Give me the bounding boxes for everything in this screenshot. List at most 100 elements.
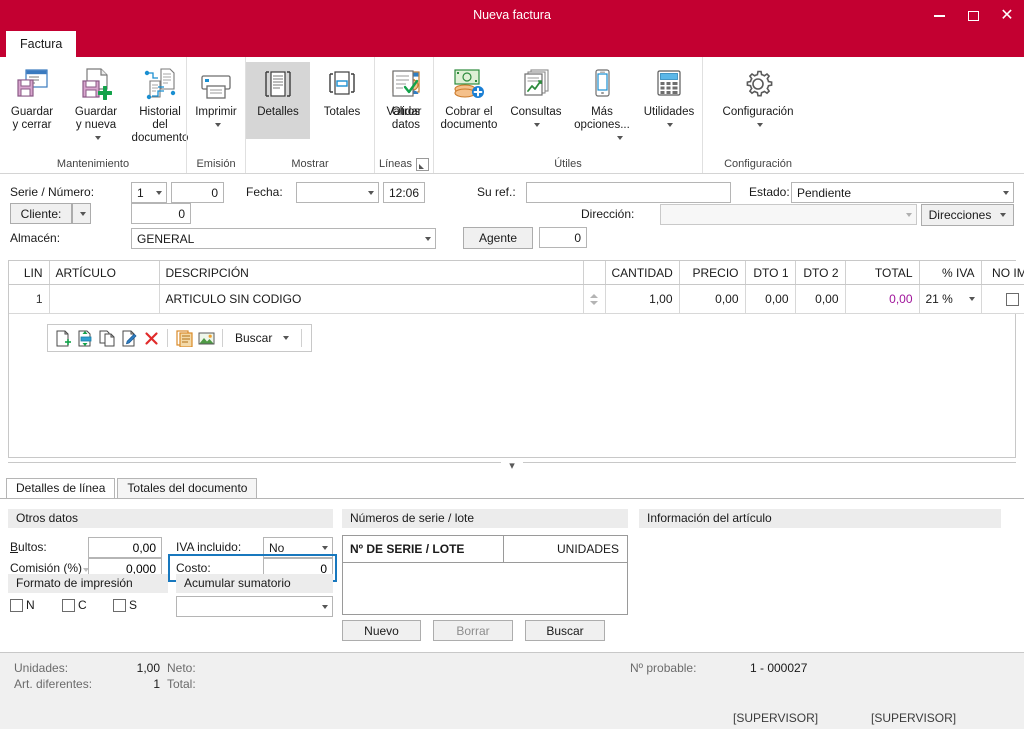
ribbon-button-consultas-label: Consultas	[510, 106, 562, 118]
column-header-total[interactable]: TOTAL	[845, 261, 920, 285]
tab-detalles-de-linea-label: Detalles de línea	[16, 481, 106, 495]
costo-label: Costo:	[176, 561, 211, 575]
image-icon[interactable]	[195, 326, 217, 350]
cell-descripcion[interactable]: ARTICULO SIN CODIGO	[159, 284, 584, 314]
cell-precio[interactable]: 0,00	[679, 284, 746, 314]
direcciones-button[interactable]: Direcciones	[921, 204, 1014, 226]
table-row[interactable]: 1 ARTICULO SIN CODIGO 1,00 0,00 0,00 0,0…	[9, 284, 1024, 314]
serie-buscar-button[interactable]: Buscar	[525, 620, 605, 641]
column-header-numero-serie-lote[interactable]: Nº DE SERIE / LOTE	[343, 536, 504, 562]
tab-totales-del-documento[interactable]: Totales del documento	[117, 478, 258, 498]
cell-no-imp[interactable]	[981, 284, 1024, 314]
tab-detalles-de-linea[interactable]: Detalles de línea	[6, 478, 116, 498]
formato-s-checkbox-box[interactable]	[113, 598, 126, 612]
cliente-dropdown-button[interactable]	[72, 203, 91, 224]
ribbon-button-configuracion[interactable]: Configuración	[706, 62, 810, 131]
chevron-down-icon[interactable]	[664, 119, 674, 130]
informacion-articulo-body	[639, 528, 1001, 648]
cell-dto1[interactable]: 0,00	[745, 284, 796, 314]
hora-input[interactable]	[383, 182, 425, 203]
cell-articulo[interactable]	[49, 284, 160, 314]
direccion-combo[interactable]	[660, 204, 917, 225]
ribbon-button-utilidades[interactable]: Utilidades	[636, 62, 702, 131]
lower-tab-strip: Detalles de línea Totales del documento	[6, 478, 1024, 498]
column-header-precio[interactable]: PRECIO	[679, 261, 746, 285]
new-line-icon[interactable]	[52, 326, 74, 350]
cell-cantidad[interactable]: 1,00	[605, 284, 680, 314]
formato-n-checkbox-box[interactable]	[10, 598, 23, 612]
cell-spinner[interactable]	[583, 284, 606, 314]
serie-nuevo-button[interactable]: Nuevo	[342, 620, 421, 641]
ribbon-button-validar[interactable]: Validar	[372, 62, 436, 120]
ribbon-button-cobrar-documento[interactable]: Cobrar el documento	[434, 62, 504, 133]
formato-checkbox-c[interactable]: C	[62, 598, 87, 612]
chevron-down-icon[interactable]	[963, 297, 979, 301]
lines-grid: LIN ARTÍCULO DESCRIPCIÓN CANTIDAD PRECIO…	[8, 260, 1024, 458]
numero-input[interactable]	[171, 182, 224, 203]
collapse-grid-bar[interactable]: ▾	[8, 458, 1016, 474]
ribbon-button-consultas[interactable]: Consultas	[504, 62, 568, 131]
totals-icon	[326, 64, 358, 104]
almacen-combo[interactable]: GENERAL	[131, 228, 436, 249]
column-header-cantidad[interactable]: CANTIDAD	[605, 261, 680, 285]
delete-line-icon[interactable]	[140, 326, 162, 350]
note-icon[interactable]	[173, 326, 195, 350]
agente-button[interactable]: Agente	[463, 227, 533, 249]
ribbon-button-guardar-y-cerrar[interactable]: Guardar y cerrar	[0, 62, 64, 133]
ribbon-button-totales[interactable]: Totales	[310, 62, 374, 120]
cell-dto2[interactable]: 0,00	[795, 284, 846, 314]
panel-acumular-sumatorio: Acumular sumatorio	[176, 574, 333, 593]
bultos-input[interactable]	[88, 537, 162, 558]
dialog-launcher-icon[interactable]	[416, 158, 430, 171]
ribbon-button-mas-opciones[interactable]: Más opciones...	[568, 62, 636, 144]
column-header-dto1[interactable]: DTO 1	[745, 261, 796, 285]
formato-checkbox-n[interactable]: N	[10, 598, 35, 612]
cliente-codigo-input[interactable]	[131, 203, 191, 224]
ribbon-button-historial-documento[interactable]: Historial del documento	[128, 62, 192, 146]
minimize-button[interactable]	[922, 0, 956, 31]
ribbon-group-label-lineas: Líneas	[375, 156, 433, 173]
ribbon-button-detalles[interactable]: Detalles	[246, 62, 310, 139]
column-header-dto2[interactable]: DTO 2	[795, 261, 846, 285]
chevron-down-icon	[996, 183, 1013, 202]
su-ref-input[interactable]	[526, 182, 731, 203]
tab-factura[interactable]: Factura	[6, 31, 77, 57]
cliente-button[interactable]: Cliente:	[10, 203, 72, 224]
ribbon-group-lineas: Validar Líneas	[374, 57, 433, 173]
calculator-icon	[653, 64, 685, 104]
close-button[interactable]: ✕	[990, 0, 1024, 31]
agente-codigo-input[interactable]	[539, 227, 587, 248]
no-imp-checkbox[interactable]	[1005, 293, 1019, 307]
chevron-down-icon[interactable]: ▾	[501, 460, 523, 472]
buscar-dropdown-button[interactable]: Buscar	[228, 326, 296, 350]
cell-iva[interactable]: 21 %	[919, 284, 982, 314]
formato-checkbox-s[interactable]: S	[113, 598, 137, 612]
tab-factura-label: Factura	[20, 37, 63, 51]
serie-lote-table[interactable]: Nº DE SERIE / LOTE UNIDADES	[342, 535, 628, 615]
maximize-button[interactable]	[956, 0, 990, 31]
estado-combo[interactable]: Pendiente	[791, 182, 1014, 203]
column-header-no-imp[interactable]: NO IMP.	[981, 261, 1024, 285]
chevron-down-icon[interactable]	[754, 119, 763, 130]
ribbon-button-guardar-y-nueva[interactable]: Guardar y nueva	[64, 62, 128, 144]
column-header-descripcion[interactable]: DESCRIPCIÓN	[159, 261, 584, 285]
agente-button-label: Agente	[478, 231, 518, 245]
column-header-lin[interactable]: LIN	[9, 261, 50, 285]
serie-borrar-button[interactable]: Borrar	[433, 620, 513, 641]
chevron-down-icon[interactable]	[614, 132, 624, 143]
insert-line-icon[interactable]	[74, 326, 96, 350]
acumular-sumatorio-combo[interactable]	[176, 596, 333, 617]
chevron-down-icon[interactable]	[92, 132, 101, 143]
chevron-down-icon[interactable]	[212, 119, 221, 130]
fecha-combo[interactable]	[296, 182, 379, 203]
copy-line-icon[interactable]	[96, 326, 118, 350]
edit-line-icon[interactable]	[118, 326, 140, 350]
chevron-down-icon[interactable]	[531, 119, 541, 130]
serie-borrar-label: Borrar	[456, 623, 490, 638]
column-header-iva[interactable]: % IVA	[919, 261, 982, 285]
column-header-articulo[interactable]: ARTÍCULO	[49, 261, 160, 285]
serie-combo[interactable]: 1	[131, 182, 167, 203]
formato-c-checkbox-box[interactable]	[62, 598, 75, 612]
column-header-unidades[interactable]: UNIDADES	[504, 536, 627, 562]
ribbon-button-imprimir[interactable]: Imprimir	[184, 62, 248, 131]
